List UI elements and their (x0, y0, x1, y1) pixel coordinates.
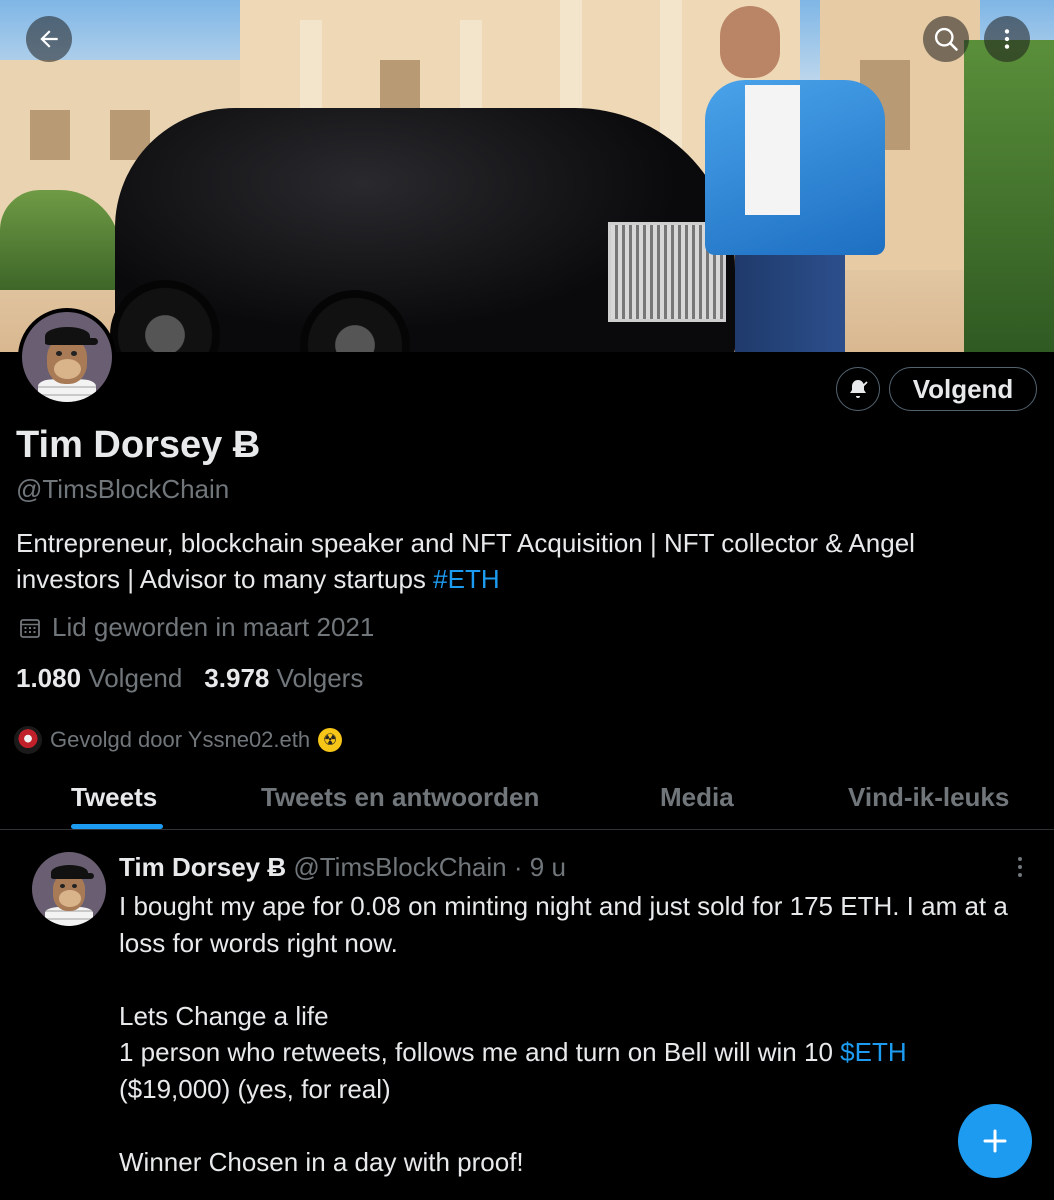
more-options-button[interactable] (984, 16, 1030, 62)
bio-hashtag-link[interactable]: #ETH (433, 564, 499, 594)
tweet-line: Winner Chosen in a day with proof! (119, 1146, 524, 1177)
tweet-line: ($19,000) (yes, for real) (119, 1073, 391, 1104)
search-button[interactable] (923, 16, 969, 62)
profile-name: Tim Dorsey Ƀ (16, 424, 261, 466)
calendar-icon (20, 618, 40, 638)
tab-tweets[interactable]: Tweets (71, 782, 157, 813)
tweet-header: Tim Dorsey Ƀ @TimsBlockChain · 9 u (119, 852, 566, 883)
tweet-line: I bought my ape for 0.08 on minting nigh… (119, 891, 1008, 958)
join-date: Lid geworden in maart 2021 (18, 612, 374, 643)
following-label: Volgend (88, 663, 183, 693)
followers-label: Volgers (276, 663, 364, 693)
plus-icon (983, 1129, 1007, 1153)
following-count: 1.080 (16, 663, 82, 693)
followers-count: 3.978 (204, 663, 270, 693)
tweet-cashtag-link[interactable]: $ETH (840, 1037, 906, 1067)
compose-tweet-button[interactable] (958, 1104, 1032, 1178)
join-date-text: Lid geworden in maart 2021 (52, 612, 375, 642)
tweet-text: I bought my ape for 0.08 on minting nigh… (119, 888, 1009, 1180)
back-button[interactable] (26, 16, 72, 62)
tweet-line: Lets Change a life (119, 1000, 329, 1031)
profile-bio: Entrepreneur, blockchain speaker and NFT… (16, 525, 1026, 597)
profile-avatar[interactable] (18, 308, 116, 406)
notifications-bell-button[interactable] (836, 367, 880, 411)
followers-stat[interactable]: 3.978 Volgers (204, 663, 363, 694)
followed-by[interactable]: Gevolgd door Yssne02.eth ☢ (14, 726, 343, 754)
tab-media[interactable]: Media (660, 782, 734, 813)
search-icon (934, 27, 958, 51)
profile-banner-image[interactable] (0, 0, 1054, 352)
tweet-author-name[interactable]: Tim Dorsey Ƀ (119, 852, 286, 882)
tab-likes[interactable]: Vind-ik-leuks (848, 782, 1009, 813)
profile-handle: @TimsBlockChain (16, 474, 230, 504)
followed-by-text: Gevolgd door Yssne02.eth (50, 727, 311, 752)
tweet-timestamp[interactable]: 9 u (530, 852, 566, 882)
tweet-line: 1 person who retweets, follows me and tu… (119, 1037, 841, 1067)
follow-stats: 1.080 Volgend 3.978 Volgers (16, 663, 363, 694)
tab-tweets-and-replies[interactable]: Tweets en antwoorden (261, 782, 539, 813)
profile-tabs: Tweets Tweets en antwoorden Media Vind-i… (0, 770, 1054, 830)
bell-check-icon (850, 380, 868, 398)
following-stat[interactable]: 1.080 Volgend (16, 663, 182, 694)
more-vertical-icon (1004, 29, 1010, 49)
radioactive-emoji-icon: ☢ (318, 728, 343, 752)
tweet-more-icon[interactable] (1016, 856, 1024, 878)
arrow-left-icon (40, 30, 58, 48)
following-button[interactable]: Volgend (889, 367, 1037, 411)
tweet-separator: · (513, 852, 523, 882)
follower-avatar (14, 726, 42, 754)
tweet-author-avatar[interactable] (32, 852, 106, 926)
active-tab-indicator (71, 824, 163, 829)
tweet-author-handle[interactable]: @TimsBlockChain (293, 852, 506, 882)
